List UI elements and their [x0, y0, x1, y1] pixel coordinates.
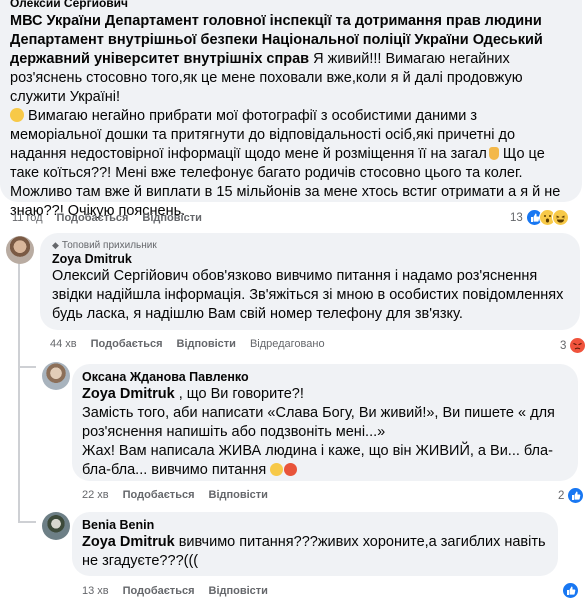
post-reply-button[interactable]: Відповісти — [142, 212, 201, 224]
post-author[interactable]: Олексий Сергиович — [10, 0, 570, 10]
post-reactions[interactable]: 13 — [510, 209, 569, 226]
comment-author[interactable]: Benia Benin — [82, 518, 546, 532]
post-time[interactable]: 11 год — [12, 212, 43, 224]
comment-reactions[interactable]: 2 — [558, 487, 585, 504]
post-like-button[interactable]: Подобається — [57, 212, 129, 224]
comment-reply-button[interactable]: Відповісти — [209, 489, 268, 501]
comment-reply-button[interactable]: Відповісти — [177, 338, 236, 350]
top-fan-label: Топовий прихильник — [61, 240, 157, 251]
angry-reaction-icon — [569, 337, 587, 354]
comment-text: Олексий Сергійович обов'язково вивчимо п… — [52, 268, 564, 322]
diamond-icon: ◆ — [52, 240, 59, 250]
comment-time[interactable]: 22 хв — [82, 489, 109, 501]
comment-author[interactable]: Оксана Жданова Павленко — [82, 370, 566, 384]
post-body: МВС України Департамент головної інспекц… — [10, 12, 570, 221]
comment-text: Zoya Dmitruk , що Ви говорите?! Замість … — [82, 385, 566, 480]
post-actions: 11 год Подобається Відповісти — [12, 212, 202, 224]
comment-bubble: ◆ Топовий прихильник Zoya Dmitruk Олекси… — [40, 233, 580, 330]
comment-reply-button[interactable]: Відповісти — [209, 585, 268, 597]
comment-time[interactable]: 13 хв — [82, 585, 109, 597]
comment-time[interactable]: 44 хв — [50, 338, 77, 350]
comment-like-button[interactable]: Подобається — [91, 338, 163, 350]
avatar[interactable] — [42, 362, 70, 390]
comment-text-1: , що Ви говорите?! — [174, 386, 304, 402]
comment-text: Zoya Dmitruk вивчимо питання???живих хор… — [82, 533, 546, 571]
comment-actions: 13 хв Подобається Відповісти — [82, 585, 268, 597]
haha-reaction-icon — [551, 209, 569, 226]
blush-emoji-icon — [270, 463, 284, 476]
thread-line — [18, 521, 36, 523]
like-reaction-icon — [567, 487, 585, 504]
post-reaction-count: 13 — [510, 211, 523, 224]
comment-like-button[interactable]: Подобається — [123, 489, 195, 501]
comment-text-3: Жах! Вам написала ЖИВА людина і каже, що… — [82, 443, 553, 478]
top-fan-badge: ◆ Топовий прихильник — [52, 240, 568, 251]
comment-reaction-count: 3 — [560, 339, 567, 352]
comment-like-button[interactable]: Подобається — [123, 585, 195, 597]
post-bubble: Олексий Сергиович МВС України Департамен… — [0, 0, 582, 219]
avatar[interactable] — [42, 512, 70, 540]
thread-line — [18, 366, 36, 368]
edited-label: Відредаговано — [249, 338, 325, 350]
comment-text-2: Замість того, аби написати «Слава Богу, … — [82, 405, 555, 440]
hand-emoji-icon — [488, 147, 499, 160]
comment-reaction-count: 2 — [558, 489, 565, 502]
comment-mention[interactable]: Zoya Dmitruk — [82, 534, 175, 550]
face-emoji-icon — [10, 108, 24, 122]
comment-actions: 22 хв Подобається Відповісти — [82, 489, 268, 501]
angry-emoji-icon — [284, 463, 298, 476]
thread-line — [18, 256, 20, 366]
like-reaction-icon — [562, 582, 579, 599]
comment-mention[interactable]: Zoya Dmitruk — [82, 386, 175, 402]
thread-line — [18, 366, 20, 521]
post-text-2: Вимагаю негайно прибрати мої фотографії … — [10, 108, 516, 162]
comment-reactions[interactable] — [562, 582, 579, 599]
comment-actions: 44 хв Подобається Відповісти Відредагова… — [50, 338, 325, 350]
comment-reactions[interactable]: 3 — [560, 337, 587, 354]
avatar[interactable] — [6, 236, 34, 264]
comment-bubble: Оксана Жданова Павленко Zoya Dmitruk , щ… — [72, 364, 578, 481]
comment-bubble: Benia Benin Zoya Dmitruk вивчимо питання… — [72, 512, 558, 576]
comment-author[interactable]: Zoya Dmitruk — [52, 252, 568, 266]
